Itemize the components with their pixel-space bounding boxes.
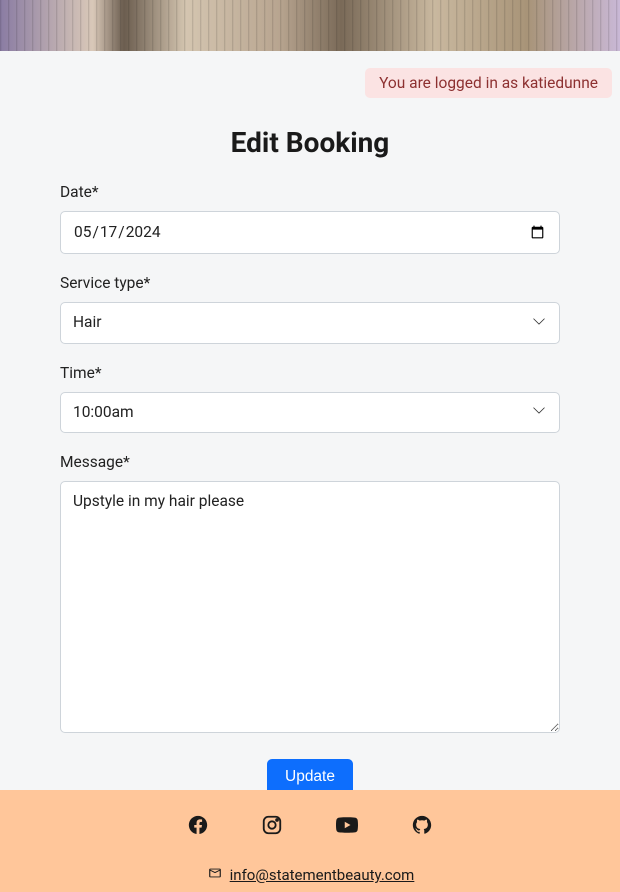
footer: info@statementbeauty.com xyxy=(0,790,620,892)
footer-email-link[interactable]: info@statementbeauty.com xyxy=(230,866,415,884)
instagram-link[interactable] xyxy=(261,814,283,840)
github-link[interactable] xyxy=(411,814,433,840)
service-type-select[interactable]: Hair xyxy=(60,302,560,343)
envelope-icon xyxy=(206,866,224,884)
page-title: Edit Booking xyxy=(60,126,560,159)
date-label: Date* xyxy=(60,183,560,201)
date-input[interactable] xyxy=(60,211,560,254)
time-label: Time* xyxy=(60,364,560,382)
service-type-label: Service type* xyxy=(60,274,560,292)
facebook-link[interactable] xyxy=(187,814,209,840)
edit-booking-form: Date* Service type* Hair Time* 10:00am xyxy=(60,183,560,795)
hero-image xyxy=(0,0,620,51)
youtube-icon xyxy=(335,814,359,840)
message-textarea[interactable] xyxy=(60,481,560,733)
instagram-icon xyxy=(261,814,283,840)
time-select[interactable]: 10:00am xyxy=(60,392,560,433)
message-label: Message* xyxy=(60,453,560,471)
youtube-link[interactable] xyxy=(335,814,359,840)
facebook-icon xyxy=(187,814,209,840)
login-status-badge: You are logged in as katiedunne xyxy=(365,68,612,98)
github-icon xyxy=(411,814,433,840)
